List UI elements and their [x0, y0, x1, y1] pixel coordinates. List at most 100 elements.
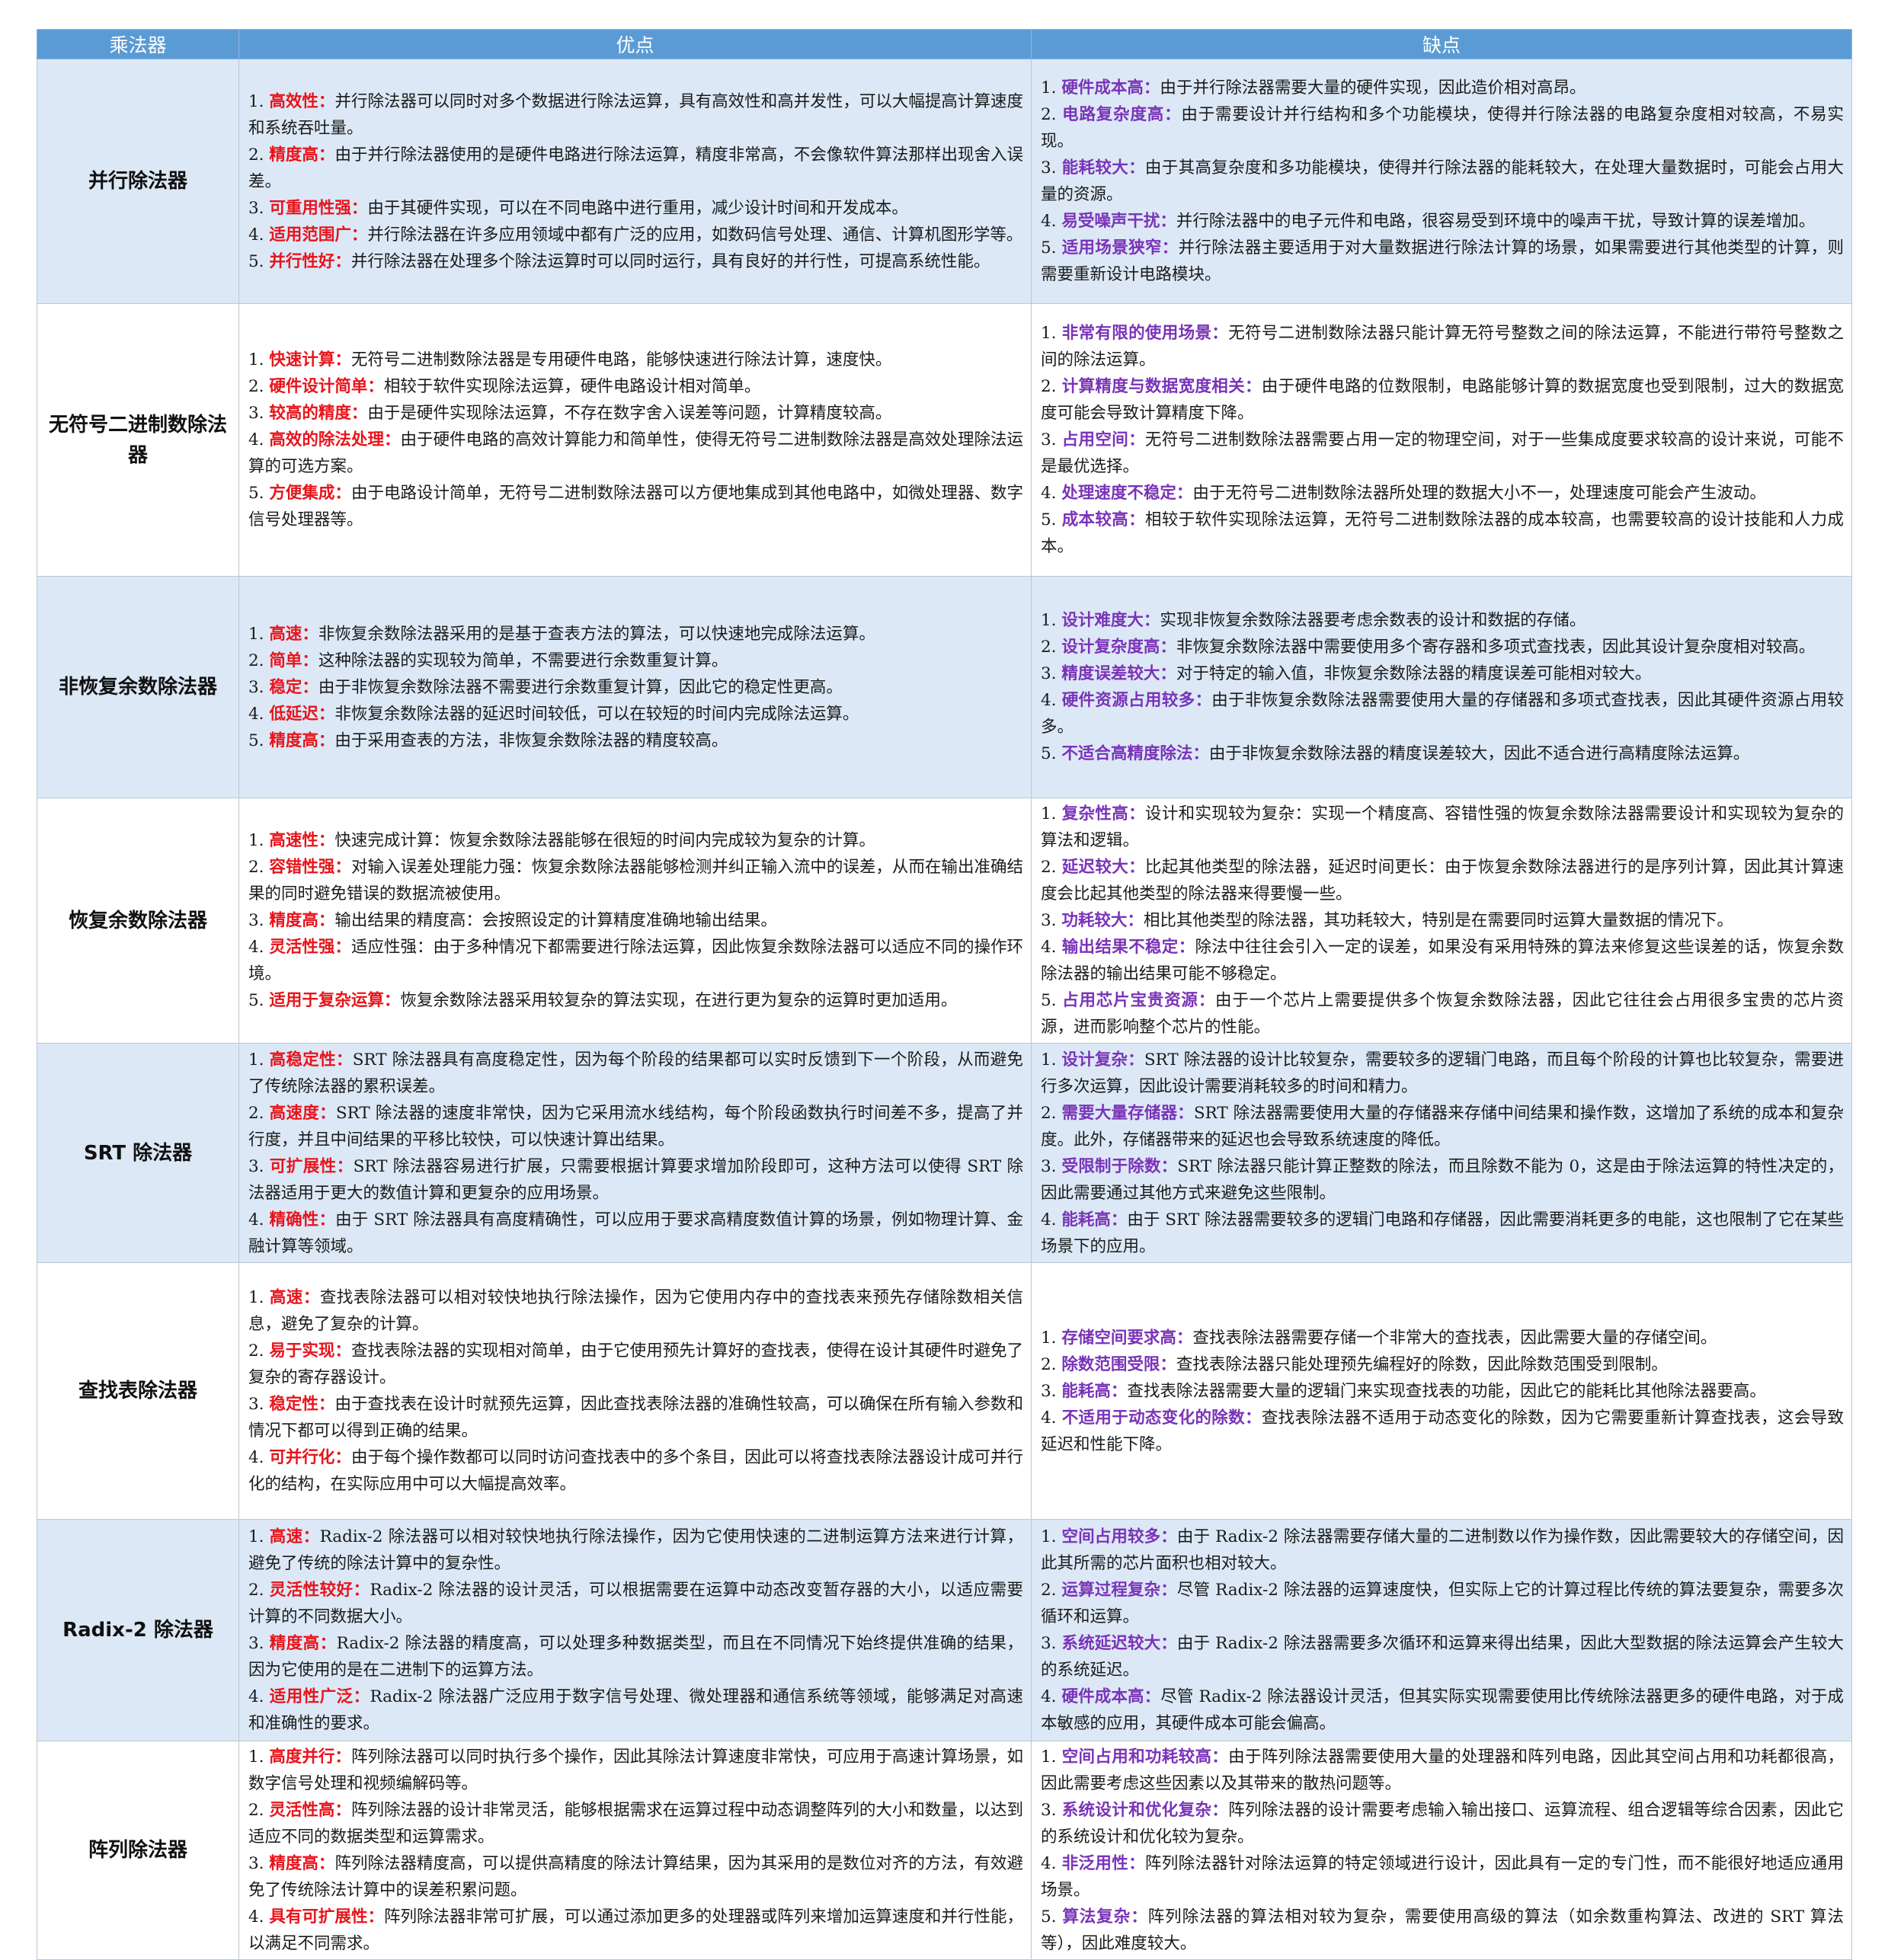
item-keyword: 存储空间要求高：: [1061, 1328, 1193, 1348]
item-text: 由于其高复杂度和多功能模块，使得并行除法器的能耗较大，在处理大量数据时，可能会占…: [1041, 158, 1844, 204]
item-text: 由于 SRT 除法器需要较多的逻辑门电路和存储器，因此需要消耗更多的电能，这也限…: [1041, 1210, 1844, 1256]
table-row-non-restoring-divider: 非恢复余数除法器 1. 高速：非恢复余数除法器采用的是基于查表方法的算法，可以快速…: [37, 576, 1852, 798]
item-number: 3.: [1041, 1634, 1062, 1653]
item-text: 对于特定的输入值，非恢复余数除法器的精度误差可能相对较大。: [1176, 664, 1652, 683]
item-number: 5.: [248, 484, 270, 503]
item-text: 并行除法器中的电子元件和电路，很容易受到环境中的噪声干扰，导致计算的误差增加。: [1176, 212, 1816, 231]
item-text: 阵列除法器精度高，可以提供高精度的除法计算结果，因为其采用的是数位对齐的方法，有…: [248, 1854, 1023, 1900]
item-number: 4.: [248, 1687, 270, 1706]
item-number: 2.: [248, 1103, 270, 1123]
list-item: 3. 精度高：输出结果的精度高：会按照设定的计算精度准确地输出结果。: [248, 907, 1023, 934]
item-text: 由于非恢复余数除法器不需要进行余数重复计算，因此它的稳定性更高。: [318, 677, 843, 697]
item-number: 1.: [1041, 1747, 1062, 1767]
list-item: 3. 系统延迟较大：由于 Radix-2 除法器需要多次循环和运算来得出结果，因…: [1041, 1630, 1844, 1683]
list-item: 3. 系统设计和优化复杂：阵列除法器的设计需要考虑输入输出接口、运算流程、组合逻…: [1041, 1797, 1844, 1850]
item-keyword: 适用场景狭窄：: [1061, 238, 1179, 257]
item-keyword: 硬件成本高：: [1061, 1687, 1161, 1706]
header-multiplier: 乘法器: [37, 29, 239, 59]
item-keyword: 低延迟：: [269, 704, 335, 724]
item-text: 阵列除法器的设计非常灵活，能够根据需求在运算过程中动态调整阵列的大小和数量，以达…: [248, 1801, 1023, 1846]
item-number: 3.: [248, 677, 270, 697]
item-number: 3.: [248, 1156, 270, 1176]
list-item: 2. 除数范围受限：查找表除法器只能处理预先编程好的除数，因此除数范围受到限制。: [1041, 1351, 1844, 1378]
item-keyword: 计算精度与数据宽度相关：: [1061, 377, 1262, 396]
table-row-lookup-table-divider: 查找表除法器 1. 高速：查找表除法器可以相对较快地执行除法操作，因为它使用内存中…: [37, 1262, 1852, 1520]
item-number: 5.: [1041, 238, 1062, 257]
item-keyword: 复杂性高：: [1061, 804, 1145, 823]
item-text: 由于查找表在设计时就预先运算，因此查找表除法器的准确性较高，可以确保在所有输入参…: [248, 1395, 1023, 1440]
list-item: 3. 可扩展性：SRT 除法器容易进行扩展，只需要根据计算要求增加阶段即可，这种…: [248, 1153, 1023, 1207]
item-text: 相较于软件实现除法运算，无符号二进制数除法器的成本较高，也需要较高的设计技能和人…: [1041, 510, 1844, 556]
item-number: 4.: [1041, 691, 1062, 710]
item-keyword: 非泛用性：: [1061, 1854, 1145, 1873]
item-number: 4.: [1041, 1687, 1062, 1706]
list-item: 5. 方便集成：由于电路设计简单，无符号二进制数除法器可以方便地集成到其他电路中…: [248, 480, 1023, 533]
item-number: 1.: [1041, 1050, 1062, 1070]
item-text: 由于并行除法器需要大量的硬件实现，因此造价相对高昂。: [1160, 78, 1586, 98]
item-number: 3.: [1041, 1156, 1062, 1176]
item-keyword: 系统设计和优化复杂：: [1061, 1801, 1229, 1820]
item-keyword: 容错性强：: [269, 858, 351, 877]
item-keyword: 具有可扩展性：: [269, 1907, 384, 1926]
item-number: 5.: [248, 991, 270, 1010]
item-keyword: 精度误差较大：: [1061, 664, 1176, 683]
list-item: 4. 硬件资源占用较多：由于非恢复余数除法器需要使用大量的存储器和多项式查找表，…: [1041, 687, 1844, 740]
advantages-cell: 1. 快速计算：无符号二进制数除法器是专用硬件电路，能够快速进行除法计算，速度快…: [238, 303, 1032, 577]
item-text: 比起其他类型的除法器，延迟时间更长：由于恢复余数除法器进行的是序列计算，因此其计…: [1041, 858, 1844, 903]
item-text: SRT 除法器容易进行扩展，只需要根据计算要求增加阶段即可，这种方法可以使得 S…: [248, 1156, 1024, 1203]
item-text: 查找表除法器只能处理预先编程好的除数，因此除数范围受到限制。: [1176, 1354, 1668, 1374]
item-keyword: 精度高：: [269, 145, 335, 165]
advantages-cell: 1. 高度并行：阵列除法器可以同时执行多个操作，因此其除法计算速度非常快，可应用…: [238, 1741, 1032, 1960]
disadvantages-cell: 1. 存储空间要求高：查找表除法器需要存储一个非常大的查找表，因此需要大量的存储…: [1031, 1262, 1852, 1520]
item-number: 2.: [248, 1341, 270, 1360]
item-text: 无符号二进制数除法器是专用硬件电路，能够快速进行除法计算，速度快。: [350, 350, 892, 369]
item-number: 2.: [248, 1581, 270, 1600]
item-number: 4.: [248, 1210, 270, 1229]
list-item: 2. 简单：这种除法器的实现较为简单，不需要进行余数重复计算。: [248, 647, 1023, 674]
list-item: 3. 稳定性：由于查找表在设计时就预先运算，因此查找表除法器的准确性较高，可以确…: [248, 1391, 1023, 1444]
item-keyword: 可扩展性：: [269, 1156, 354, 1176]
item-keyword: 电路复杂度高：: [1062, 105, 1182, 124]
list-item: 2. 需要大量存储器：SRT 除法器需要使用大量的存储器来存储中间结果和操作数，…: [1041, 1100, 1844, 1153]
list-item: 2. 硬件设计简单：相较于软件实现除法运算，硬件电路设计相对简单。: [248, 373, 1023, 400]
list-item: 2. 设计复杂度高：非恢复余数除法器中需要使用多个寄存器和多项式查找表，因此其设…: [1041, 634, 1844, 660]
list-item: 5. 并行性好：并行除法器在处理多个除法运算时可以同时运行，具有良好的并行性，可…: [248, 248, 1023, 275]
item-text: 相较于软件实现除法运算，硬件电路设计相对简单。: [383, 377, 761, 396]
divider-name: Radix-2 除法器: [37, 1519, 239, 1741]
list-item: 5. 适用于复杂运算：恢复余数除法器采用较复杂的算法实现，在进行更为复杂的运算时…: [248, 987, 1023, 1014]
table-header-row: 乘法器 优点 缺点: [37, 29, 1852, 59]
list-item: 3. 占用空间：无符号二进制数除法器需要占用一定的物理空间，对于一些集成度要求较…: [1041, 427, 1844, 480]
list-item: 1. 高速：非恢复余数除法器采用的是基于查表方法的算法，可以快速地完成除法运算。: [248, 621, 1023, 647]
list-item: 4. 精确性：由于 SRT 除法器具有高度精确性，可以应用于要求高精度数值计算的…: [248, 1207, 1023, 1260]
table-row-unsigned-binary-divider: 无符号二进制数除法器 1. 快速计算：无符号二进制数除法器是专用硬件电路，能够快速…: [37, 303, 1852, 577]
item-number: 1.: [1041, 78, 1062, 98]
item-keyword: 设计复杂度高：: [1061, 638, 1176, 657]
item-keyword: 硬件资源占用较多：: [1061, 691, 1212, 710]
item-text: 相比其他类型的除法器，其功耗较大，特别是在需要同时运算大量数据的情况下。: [1143, 911, 1733, 930]
item-keyword: 高效的除法处理：: [269, 430, 401, 449]
item-number: 4.: [1041, 1210, 1062, 1229]
item-keyword: 设计难度大：: [1061, 611, 1160, 630]
list-item: 2. 计算精度与数据宽度相关：由于硬件电路的位数限制，电路能够计算的数据宽度也受…: [1041, 373, 1844, 427]
item-keyword: 需要大量存储器：: [1061, 1103, 1194, 1123]
list-item: 4. 灵活性强：适应性强：由于多种情况下都需要进行除法运算，因此恢复余数除法器可…: [248, 934, 1023, 987]
item-number: 4.: [1041, 1854, 1062, 1873]
list-item: 2. 高速度：SRT 除法器的速度非常快，因为它采用流水线结构，每个阶段函数执行…: [248, 1100, 1023, 1153]
item-text: 阵列除法器的算法相对较为复杂，需要使用高级的算法（如余数重构算法、改进的 SRT…: [1041, 1907, 1844, 1953]
item-keyword: 空间占用和功耗较高：: [1061, 1747, 1229, 1767]
item-keyword: 精度高：: [269, 911, 335, 930]
item-text: 由于 SRT 除法器具有高度精确性，可以应用于要求高精度数值计算的场景，例如物理…: [248, 1210, 1023, 1256]
list-item: 2. 容错性强：对输入误差处理能力强：恢复余数除法器能够检测并纠正输入流中的误差…: [248, 854, 1023, 907]
disadvantages-cell: 1. 空间占用较多：由于 Radix-2 除法器需要存储大量的二进制数以作为操作…: [1031, 1519, 1852, 1741]
list-item: 1. 快速计算：无符号二进制数除法器是专用硬件电路，能够快速进行除法计算，速度快…: [248, 347, 1023, 373]
item-keyword: 硬件设计简单：: [269, 377, 384, 396]
table-row-radix2-divider: Radix-2 除法器 1. 高速：Radix-2 除法器可以相对较快地执行除法操…: [37, 1519, 1852, 1741]
item-number: 2.: [248, 1801, 270, 1820]
item-text: 查找表除法器可以相对较快地执行除法操作，因为它使用内存中的查找表来预先存储除数相…: [248, 1288, 1023, 1334]
item-number: 2.: [248, 145, 270, 165]
list-item: 5. 适用场景狭窄：并行除法器主要适用于对大量数据进行除法计算的场景，如果需要进…: [1041, 235, 1844, 288]
list-item: 5. 占用芯片宝贵资源：由于一个芯片上需要提供多个恢复余数除法器，因此它往往会占…: [1041, 987, 1844, 1041]
list-item: 1. 高速性：快速完成计算：恢复余数除法器能够在很短的时间内完成较为复杂的计算。: [248, 827, 1023, 854]
item-number: 3.: [1041, 1381, 1062, 1401]
item-number: 2.: [1041, 1581, 1062, 1600]
